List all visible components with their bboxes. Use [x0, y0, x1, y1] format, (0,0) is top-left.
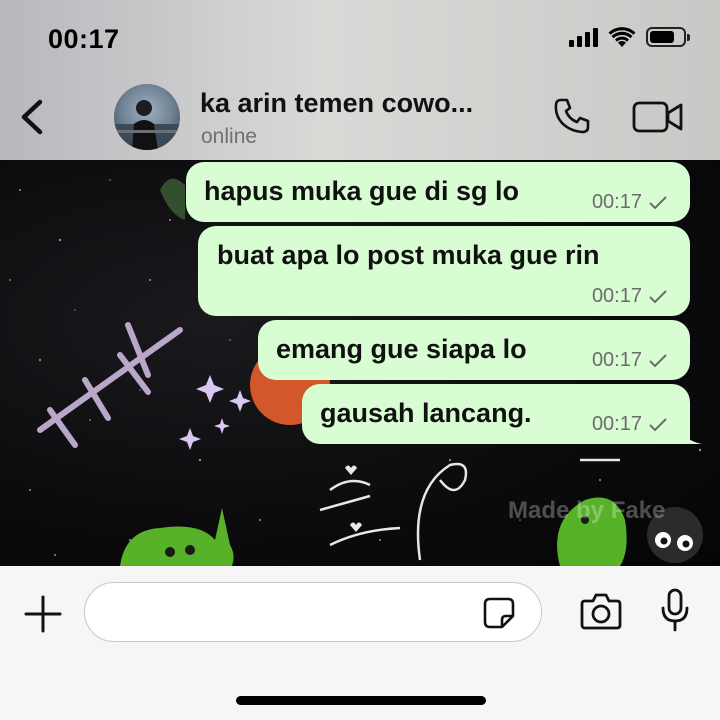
camera-icon[interactable] — [580, 592, 622, 630]
single-check-icon — [649, 353, 667, 367]
message-input[interactable] — [84, 582, 542, 642]
message-meta: 00:17 — [592, 413, 668, 436]
single-check-icon — [649, 417, 667, 431]
message-text: buat apa lo post muka gue rin — [217, 240, 600, 270]
single-check-icon — [649, 289, 667, 303]
message-meta: 00:17 — [592, 285, 668, 308]
message-text: emang gue siapa lo — [276, 334, 527, 364]
message-time: 00:17 — [591, 191, 642, 213]
phone-icon[interactable] — [552, 96, 592, 136]
video-camera-icon[interactable] — [632, 100, 684, 134]
message-meta: 00:17 — [592, 349, 668, 372]
battery-icon — [646, 27, 690, 47]
contact-status: online — [201, 125, 258, 148]
sticker-icon[interactable] — [482, 596, 516, 630]
wifi-icon — [608, 27, 636, 47]
avatar-person-icon — [114, 100, 180, 150]
plus-icon[interactable] — [24, 595, 62, 633]
message-bubble[interactable]: buat apa lo post muka gue rin 00:17 — [198, 226, 690, 316]
single-check-icon — [649, 195, 667, 209]
bubble-tail — [678, 424, 702, 444]
watermark: Made by Fake — [508, 497, 665, 524]
avatar[interactable] — [114, 84, 180, 150]
microphone-icon[interactable] — [660, 588, 690, 632]
message-text: gausah lancang. — [320, 398, 532, 428]
message-text: hapus muka gue di sg lo — [204, 176, 520, 206]
chat-area[interactable]: Made by Fake hapus muka gue di sg lo 00:… — [0, 160, 720, 566]
signal-icon — [569, 27, 598, 47]
status-time: 00:17 — [48, 24, 120, 54]
home-indicator[interactable] — [236, 696, 486, 705]
message-bubble[interactable]: gausah lancang. 00:17 — [302, 384, 702, 444]
message-bubble[interactable]: emang gue siapa lo 00:17 — [258, 320, 690, 380]
chat-header: 00:17 ka arin temen cowo... online — [0, 0, 720, 160]
message-time: 00:17 — [591, 285, 642, 307]
message-time: 00:17 — [591, 349, 642, 371]
back-chevron-icon[interactable] — [14, 96, 50, 138]
status-icons — [569, 26, 690, 48]
battery-level — [650, 31, 674, 43]
contact-name[interactable]: ka arin temen cowo... — [200, 88, 473, 119]
message-bubble[interactable]: hapus muka gue di sg lo 00:17 — [186, 162, 690, 222]
message-time: 00:17 — [591, 413, 642, 435]
message-meta: 00:17 — [592, 191, 668, 214]
